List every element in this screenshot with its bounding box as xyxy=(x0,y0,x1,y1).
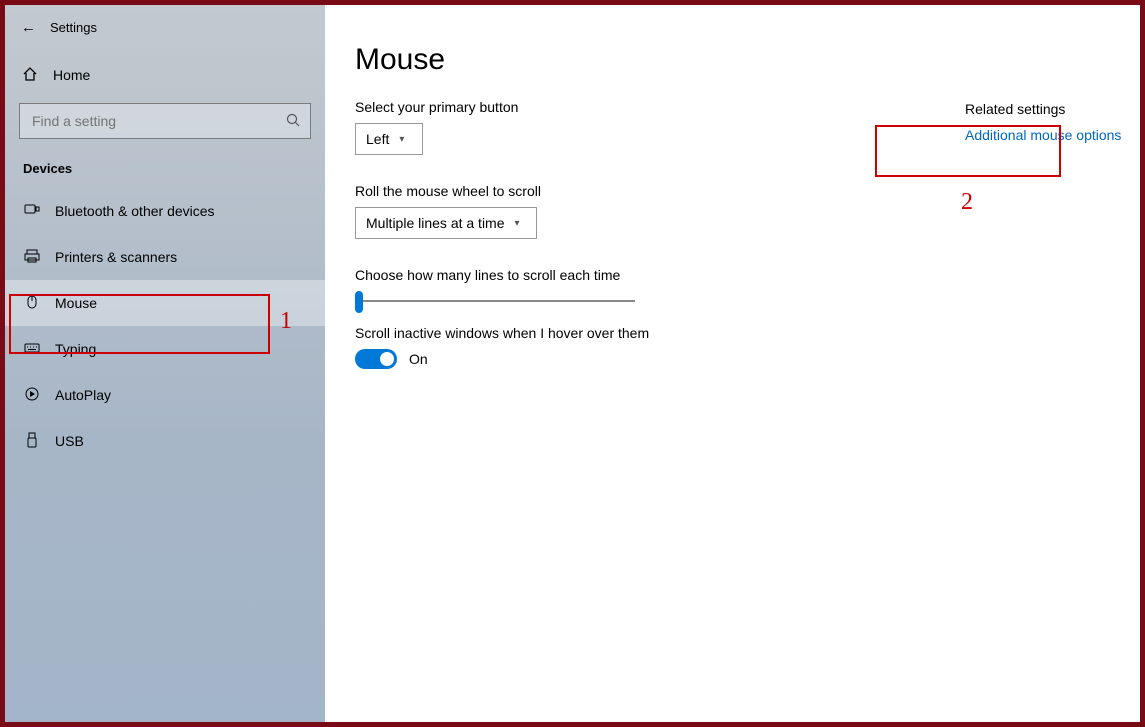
sidebar-item-home[interactable]: Home xyxy=(5,53,325,97)
sidebar-item-label: AutoPlay xyxy=(55,387,111,403)
sidebar-item-mouse[interactable]: Mouse xyxy=(5,280,325,326)
related-settings: Related settings Additional mouse option… xyxy=(965,99,1140,369)
printer-icon xyxy=(23,248,41,267)
sidebar-section-label: Devices xyxy=(5,139,325,182)
search-icon xyxy=(286,113,300,130)
dropdown-value: Multiple lines at a time xyxy=(366,215,505,231)
primary-button-dropdown[interactable]: Left ▾ xyxy=(355,123,423,155)
sidebar-item-printers[interactable]: Printers & scanners xyxy=(5,234,325,280)
settings-window: ← Settings Home Devices Bluetooth & othe… xyxy=(5,5,1140,722)
window-title: Settings xyxy=(50,20,97,35)
header-row: ← Settings xyxy=(5,5,325,49)
slider-thumb[interactable] xyxy=(355,291,363,313)
search-input[interactable] xyxy=(19,103,311,139)
slider-track xyxy=(357,300,635,302)
inactive-windows-toggle[interactable] xyxy=(355,349,397,369)
keyboard-icon xyxy=(23,340,41,359)
dropdown-value: Left xyxy=(366,131,389,147)
toggle-knob xyxy=(380,352,394,366)
toggle-state-label: On xyxy=(409,351,428,367)
lines-slider[interactable] xyxy=(355,291,635,311)
wheel-scroll-dropdown[interactable]: Multiple lines at a time ▾ xyxy=(355,207,537,239)
back-arrow-icon[interactable]: ← xyxy=(21,19,36,36)
sidebar-nav: Bluetooth & other devices Printers & sca… xyxy=(5,182,325,464)
page-title: Mouse xyxy=(355,43,1140,77)
lines-label: Choose how many lines to scroll each tim… xyxy=(355,267,875,283)
search-input-field[interactable] xyxy=(30,112,286,130)
additional-mouse-options-link[interactable]: Additional mouse options xyxy=(965,127,1140,143)
home-icon xyxy=(21,66,39,85)
home-label: Home xyxy=(53,67,90,83)
related-settings-title: Related settings xyxy=(965,101,1140,117)
sidebar-item-usb[interactable]: USB xyxy=(5,418,325,464)
sidebar-item-label: Printers & scanners xyxy=(55,249,177,265)
sidebar-item-autoplay[interactable]: AutoPlay xyxy=(5,372,325,418)
sidebar-item-label: Bluetooth & other devices xyxy=(55,203,215,219)
usb-icon xyxy=(23,432,41,451)
autoplay-icon xyxy=(23,386,41,405)
mouse-icon xyxy=(23,294,41,313)
bluetooth-icon xyxy=(23,202,41,221)
chevron-down-icon: ▾ xyxy=(515,218,520,229)
main-pane: Mouse Select your primary button Left ▾ … xyxy=(325,5,1140,722)
sidebar-item-label: Typing xyxy=(55,341,96,357)
sidebar-item-label: Mouse xyxy=(55,295,97,311)
sidebar-item-label: USB xyxy=(55,433,84,449)
sidebar: ← Settings Home Devices Bluetooth & othe… xyxy=(5,5,325,722)
sidebar-item-typing[interactable]: Typing xyxy=(5,326,325,372)
primary-button-label: Select your primary button xyxy=(355,99,875,115)
sidebar-item-bluetooth[interactable]: Bluetooth & other devices xyxy=(5,188,325,234)
wheel-scroll-label: Roll the mouse wheel to scroll xyxy=(355,183,875,199)
inactive-windows-label: Scroll inactive windows when I hover ove… xyxy=(355,325,875,341)
settings-controls: Select your primary button Left ▾ Roll t… xyxy=(355,99,875,369)
chevron-down-icon: ▾ xyxy=(399,134,404,145)
